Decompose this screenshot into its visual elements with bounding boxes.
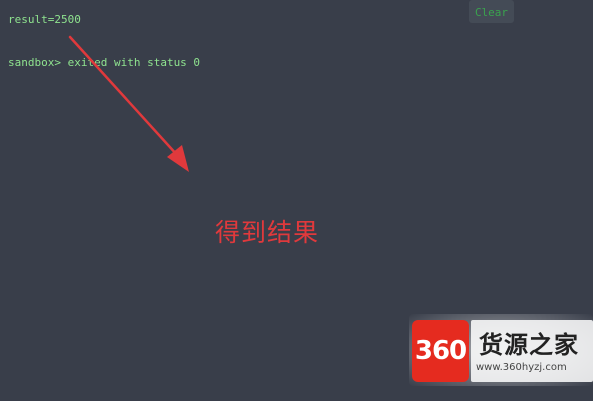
console-output-line: result=2500 <box>8 13 81 26</box>
watermark-url: www.360hyzj.com <box>476 362 567 373</box>
watermark-title: 货源之家 <box>479 331 579 359</box>
console-output-line: sandbox> exited with status 0 <box>8 56 201 69</box>
clear-button[interactable]: Clear <box>469 0 514 23</box>
watermark: 360 货源之家 www.360hyzj.com <box>409 314 593 386</box>
watermark-panel: 货源之家 www.360hyzj.com <box>471 320 593 382</box>
console-panel: result=2500 sandbox> exited with status … <box>0 0 593 401</box>
watermark-logo: 360 <box>412 320 469 382</box>
annotation-text: 得到结果 <box>215 218 320 247</box>
